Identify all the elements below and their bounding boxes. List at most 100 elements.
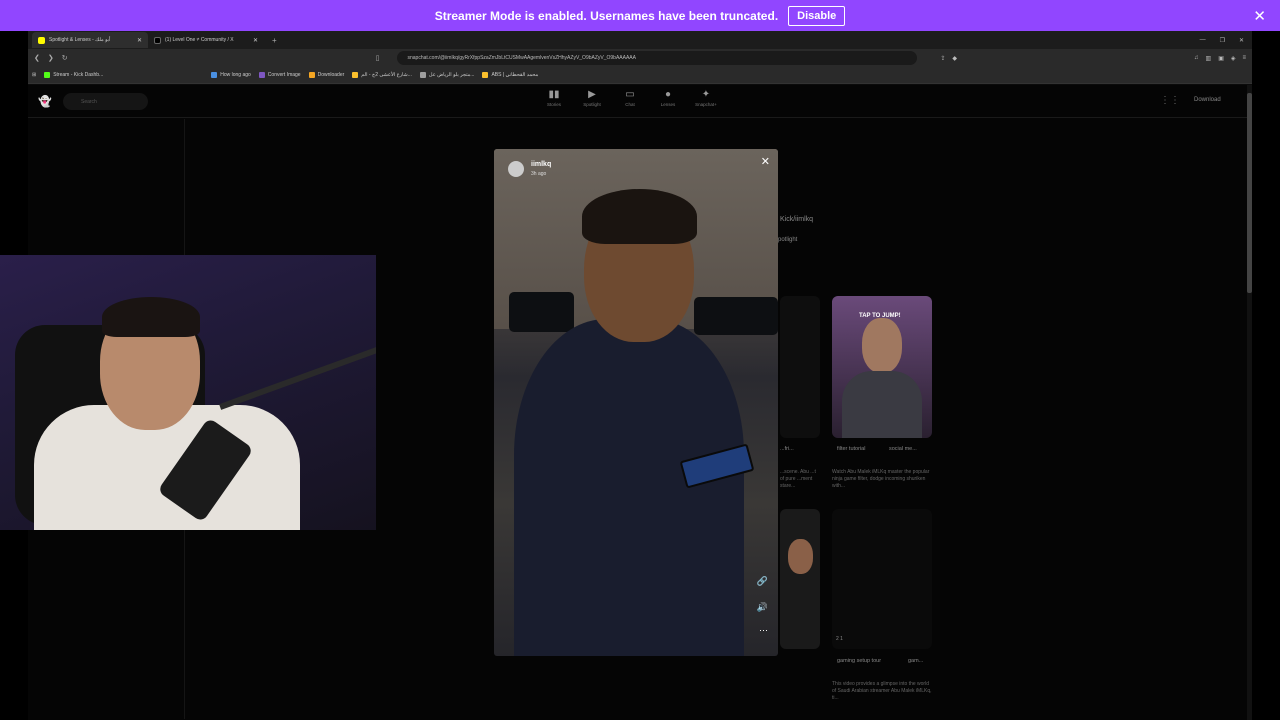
snapchat-nav: ▮▮ Stories ▶ Spotlight ▭ Chat ● Lenses ✦ Snap… — [543, 89, 717, 107]
close-window-icon[interactable]: ✕ — [1239, 37, 1244, 44]
nav-stories[interactable]: ▮▮ Stories — [543, 89, 565, 107]
spotlight-card[interactable] — [832, 509, 932, 649]
nav-snapchat-plus[interactable]: ✦ Snapchat+ — [695, 89, 717, 107]
address-bar: ❮ ❯ ↻ ▯ snapchat.com/@iimlkq/gyRrXfppSza… — [28, 49, 1252, 67]
bookmark-item[interactable]: Stream - Kick Dashb... — [44, 72, 103, 78]
download-icon — [308, 72, 315, 78]
hair — [102, 297, 200, 337]
snapchat-plus-icon: ✦ — [701, 89, 711, 100]
spotlight-icon: ▶ — [588, 89, 596, 100]
search-input[interactable]: Search — [63, 93, 148, 110]
snapchat-icon — [38, 36, 45, 44]
streamer-mode-text: Streamer Mode is enabled. Usernames have… — [434, 8, 779, 23]
spotlight-card[interactable] — [780, 296, 820, 438]
card-description: This video provides a glimpse into the w… — [832, 681, 932, 701]
volume-icon[interactable]: 🔊 — [757, 602, 768, 613]
more-icon[interactable]: ⋯ — [759, 625, 768, 636]
forward-icon[interactable]: ❯ — [48, 54, 54, 62]
link-icon[interactable]: 🔗 — [757, 576, 768, 587]
spotlight-card[interactable]: TAP TO JUMP! — [832, 296, 932, 438]
profile-link[interactable]: Kick/iimlkq — [780, 216, 813, 223]
person-body — [514, 319, 744, 656]
vpn-icon[interactable]: ◈ — [1231, 55, 1236, 62]
card-description: Watch Abu Malek iMLKq master the popular… — [832, 469, 930, 489]
music-icon[interactable]: ♫ — [1194, 55, 1199, 62]
tab-x-community[interactable]: (1) Level One ≠ Community / X ✕ — [148, 32, 264, 48]
menu-icon[interactable]: ≡ — [1242, 55, 1246, 62]
tab-bar: Spotlight & Lenses - أبو ملك ✕ (1) Level… — [28, 31, 1252, 49]
window-controls: — ❐ ✕ — [1200, 37, 1252, 44]
spotlight-card[interactable] — [780, 509, 820, 649]
share-icon[interactable]: ⇪ — [940, 55, 945, 62]
lenses-icon: ● — [664, 89, 672, 100]
bookmark-icon[interactable]: ▯ — [376, 54, 380, 62]
bookmark-item[interactable]: Convert Image — [258, 72, 301, 78]
bookmark-item[interactable]: متجر بلو الرياض عل... — [419, 72, 474, 78]
card-overlay-text: TAP TO JUMP! — [859, 313, 901, 319]
wallet-icon[interactable]: ▣ — [1218, 55, 1224, 62]
tab-label: Spotlight & Lenses - أبو ملك — [49, 37, 111, 43]
nav-spotlight[interactable]: ▶ Spotlight — [581, 89, 603, 107]
close-tab-icon[interactable]: ✕ — [253, 37, 258, 44]
card-tag[interactable]: filter tutorial — [837, 446, 865, 452]
card-tag[interactable]: gam... — [908, 658, 923, 664]
bookmark-item[interactable]: شارع الأعشى 2ج - الم... — [352, 72, 412, 78]
snapchat-ghost-icon[interactable]: 👻 — [38, 95, 52, 108]
close-icon[interactable]: ✕ — [761, 155, 770, 168]
close-tab-icon[interactable]: ✕ — [137, 37, 142, 44]
store-icon — [419, 72, 426, 78]
download-button[interactable]: Download — [1194, 97, 1221, 103]
card-tag[interactable]: gaming setup tour — [837, 658, 881, 664]
car — [694, 297, 778, 335]
bookmark-item[interactable]: How long ago — [211, 72, 251, 78]
bookmark-item[interactable]: Downloader — [308, 72, 344, 78]
snapchat-header: 👻 ⌕ Search ▮▮Stories ▶Spotlight ▭Chat ●L… — [28, 85, 1252, 118]
chat-icon: ▭ — [625, 89, 635, 100]
convert-icon — [258, 72, 265, 78]
toolbar-icons: ⇪ ◆ ♫ ▥ ▣ ◈ ≡ — [940, 55, 1246, 62]
nav-chat[interactable]: ▭ Chat — [619, 89, 641, 107]
restore-icon[interactable]: ❐ — [1220, 37, 1225, 44]
x-icon — [154, 36, 161, 44]
card-stats: 2 1 — [836, 636, 843, 642]
bookmarks-bar: ⊞ Stream - Kick Dashb... How long ago Co… — [28, 67, 1252, 84]
new-tab-icon[interactable]: + — [264, 36, 285, 45]
scrollbar[interactable] — [1247, 85, 1252, 720]
card-face — [788, 539, 813, 574]
bookmark-item[interactable]: ABS | محمد القحطاني — [482, 72, 538, 78]
apps-icon[interactable]: ⊞ — [32, 72, 36, 78]
url-field[interactable]: snapchat.com/@iimlkq/gyRrXfppSzaZmJbLtCU… — [397, 51, 918, 65]
person-hair — [582, 189, 697, 244]
post-time: 3h ago — [531, 171, 547, 177]
username[interactable]: iimlkq — [531, 161, 551, 168]
minimize-icon[interactable]: — — [1200, 37, 1206, 44]
apps-grid-icon[interactable]: ⋮⋮ — [1160, 95, 1180, 106]
avatar[interactable] — [508, 161, 524, 177]
close-icon[interactable]: ✕ — [1253, 7, 1266, 25]
nav-lenses[interactable]: ● Lenses — [657, 89, 679, 107]
kick-icon — [44, 72, 51, 78]
extension-icon[interactable]: ◆ — [952, 55, 957, 62]
stories-icon: ▮▮ — [548, 89, 560, 100]
streamer-mode-banner: Streamer Mode is enabled. Usernames have… — [0, 0, 1280, 31]
clock-icon — [211, 72, 218, 78]
sidebar-icon[interactable]: ▥ — [1206, 55, 1212, 62]
card-body — [842, 371, 922, 438]
car — [509, 292, 574, 332]
card-description: ...scene. Abu ...t of pure ...ment stare… — [780, 469, 816, 489]
scroll-thumb[interactable] — [1247, 93, 1252, 293]
tab-label: (1) Level One ≠ Community / X — [165, 37, 234, 43]
back-icon[interactable]: ❮ — [34, 54, 40, 62]
card-face — [862, 318, 902, 373]
video-modal[interactable]: iimlkq 3h ago ✕ 🔗 🔊 ⋯ — [494, 149, 778, 656]
reload-icon[interactable]: ↻ — [62, 54, 68, 62]
card-tag[interactable]: social me... — [889, 446, 917, 452]
map-icon — [352, 72, 359, 78]
disable-button[interactable]: Disable — [788, 5, 846, 26]
abs-icon — [482, 72, 489, 78]
card-tag[interactable]: ...fri... — [780, 446, 794, 452]
mic-arm — [219, 346, 376, 410]
tab-spotlight[interactable]: Spotlight & Lenses - أبو ملك ✕ — [32, 32, 148, 48]
url-text: snapchat.com/@iimlkq/gyRrXfppSzaZmJbLtCU… — [407, 55, 636, 61]
webcam-overlay — [0, 255, 376, 530]
